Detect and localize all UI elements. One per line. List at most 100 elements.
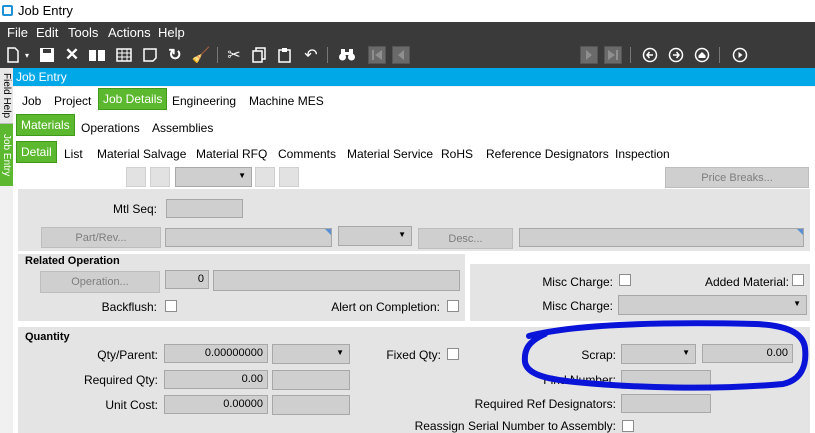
form-header: Job Entry [13,68,815,86]
next-record-icon[interactable] [580,46,598,64]
forward-icon[interactable] [667,46,685,64]
last-record-icon[interactable] [604,46,622,64]
delete-icon[interactable]: ✕ [63,45,81,64]
tab-list[interactable]: List [61,145,86,163]
menu-help[interactable]: Help [158,25,185,40]
play-icon[interactable] [731,46,749,64]
tab-project[interactable]: Project [51,92,94,110]
toolbar: ▾ ✕ ↻ 🧹 ✂ ↶ ▼ [0,42,815,106]
app-icon [2,5,13,16]
detail-next-icon[interactable] [255,167,275,187]
menu-actions[interactable]: Actions [108,25,151,40]
tab-assemblies[interactable]: Assemblies [149,119,216,137]
related-operation-title: Related Operation [25,255,120,267]
window-title: Job Entry [18,3,73,18]
tab-strip-main: Job Project Job Details Engineering Mach… [13,87,815,113]
misc-charge-checkbox-label: Misc Charge: [542,275,613,289]
added-material-checkbox[interactable] [792,274,804,286]
part-field[interactable] [165,228,332,247]
previous-record-icon[interactable] [392,46,410,64]
clear-icon[interactable]: 🧹 [192,46,211,64]
detail-last-icon[interactable] [279,167,299,187]
tab-operations[interactable]: Operations [78,119,143,137]
unit-cost-extra-field[interactable] [272,395,350,415]
grid-icon[interactable] [115,46,133,64]
chevron-down-icon: ▼ [238,171,246,180]
tab-engineering[interactable]: Engineering [169,92,239,110]
reassign-serial-checkbox[interactable] [622,420,634,432]
alert-on-completion-label: Alert on Completion: [331,300,440,314]
operation-field[interactable]: 0 [165,270,209,289]
required-qty-uom-field[interactable] [272,370,350,390]
memo-icon[interactable] [141,46,159,64]
detail-first-icon[interactable] [126,167,146,187]
backflush-checkbox[interactable] [165,300,177,312]
book-icon[interactable] [88,46,106,64]
added-material-label: Added Material: [704,275,789,289]
menu-file[interactable]: File [7,25,28,40]
home-icon[interactable] [693,46,711,64]
tab-material-rfq[interactable]: Material RFQ [193,145,270,163]
undo-icon[interactable]: ↶ [302,46,320,64]
menu-edit[interactable]: Edit [36,25,58,40]
side-tabs: Field Help Job Entry [0,68,13,186]
menu-bar: File Edit Tools Actions Help [0,22,815,42]
tab-strip-detail: Detail List Material Salvage Material RF… [13,140,815,166]
misc-charge-checkbox[interactable] [619,274,631,286]
paste-icon[interactable] [276,46,294,64]
new-dropdown-icon[interactable]: ▾ [22,46,32,64]
required-qty-field[interactable]: 0.00 [164,370,268,389]
detail-prev-icon[interactable] [150,167,170,187]
binoculars-icon[interactable] [338,46,356,64]
qty-parent-field[interactable]: 0.00000000 [164,344,268,363]
back-icon[interactable] [641,46,659,64]
desc-field[interactable] [519,228,804,247]
backflush-label: Backflush: [101,300,157,314]
desc-button[interactable]: Desc... [418,228,513,249]
side-tab-field-help[interactable]: Field Help [0,68,13,124]
tab-rohs[interactable]: RoHS [438,145,476,163]
revision-combo[interactable]: ▼ [338,226,412,246]
unit-cost-label: Unit Cost: [105,398,158,412]
tab-material-service[interactable]: Material Service [344,145,436,163]
tab-machine-mes[interactable]: Machine MES [246,92,327,110]
tab-reference-designators[interactable]: Reference Designators [483,145,612,163]
copy-icon[interactable] [250,46,268,64]
fixed-qty-checkbox[interactable] [447,348,459,360]
menu-tools[interactable]: Tools [68,25,98,40]
mtl-seq-label: Mtl Seq: [112,202,157,216]
detail-record-combo[interactable]: ▼ [175,167,252,187]
reassign-serial-label: Reassign Serial Number to Assembly: [414,419,616,433]
part-rev-button[interactable]: Part/Rev... [41,227,161,248]
qty-parent-uom-combo[interactable]: ▼ [272,344,350,364]
qty-parent-label: Qty/Parent: [97,348,158,362]
refresh-icon[interactable]: ↻ [166,46,184,64]
tab-strip-sub: Materials Operations Assemblies [13,113,815,140]
tab-inspection[interactable]: Inspection [612,145,673,163]
form-title: Job Entry [16,70,67,84]
new-icon[interactable] [4,46,22,64]
tab-job-details[interactable]: Job Details [98,88,168,110]
misc-charge-combo-label: Misc Charge: [542,299,613,313]
operation-desc-field[interactable] [213,270,460,291]
chevron-down-icon: ▼ [398,230,406,239]
price-breaks-button[interactable]: Price Breaks... [665,167,809,188]
required-ref-designators-label: Required Ref Designators: [474,397,616,411]
mtl-seq-field[interactable] [166,199,243,218]
alert-on-completion-checkbox[interactable] [447,300,459,312]
title-bar: Job Entry [0,0,815,22]
quantity-title: Quantity [25,331,70,343]
operation-button[interactable]: Operation... [40,271,160,293]
tab-comments[interactable]: Comments [275,145,339,163]
tab-materials[interactable]: Materials [16,114,75,136]
tab-material-salvage[interactable]: Material Salvage [94,145,189,163]
unit-cost-field[interactable]: 0.00000 [164,395,268,414]
side-tab-job-entry[interactable]: Job Entry [0,124,13,186]
tab-detail[interactable]: Detail [16,141,57,163]
tab-job[interactable]: Job [19,92,44,110]
save-icon[interactable] [38,46,56,64]
cut-icon[interactable]: ✂ [225,46,243,64]
first-record-icon[interactable] [368,46,386,64]
required-qty-label: Required Qty: [83,373,158,387]
misc-charge-combo[interactable]: ▼ [618,295,807,315]
